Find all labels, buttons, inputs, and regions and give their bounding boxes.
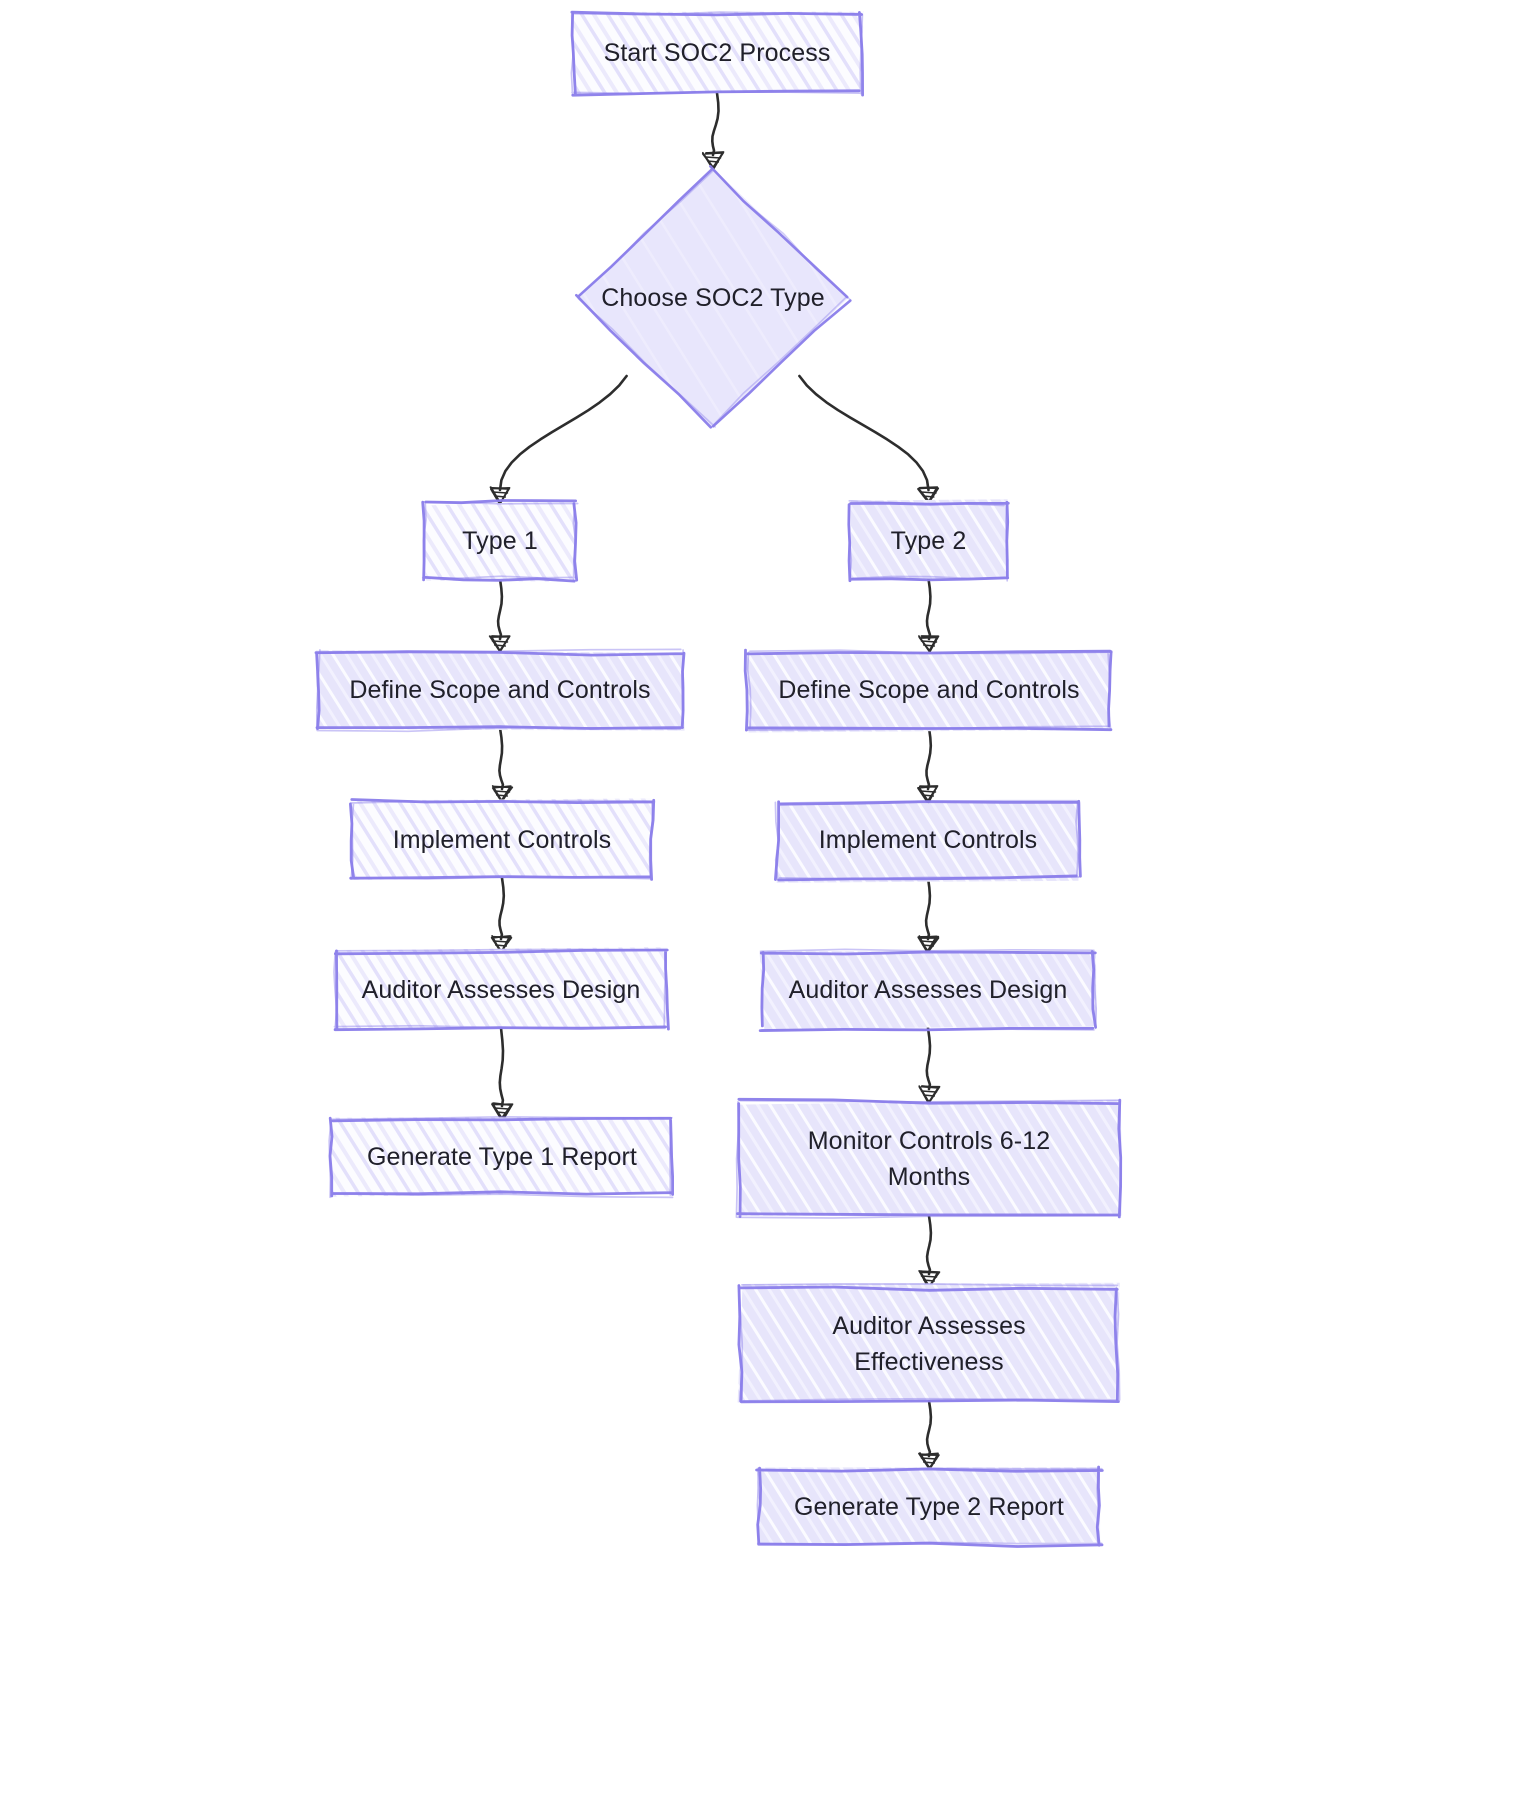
node-define-scope-and-controls-type2[interactable]: Define Scope and Controls [748, 652, 1110, 728]
edge-line [498, 876, 506, 941]
node-implement-controls-type1[interactable]: Implement Controls [352, 802, 652, 878]
node-monitor-controls-6-12-months[interactable]: Monitor Controls 6-12 Months [738, 1102, 1120, 1216]
node-label: Generate Type 2 Report [794, 1492, 1064, 1521]
node-start-soc2-process[interactable]: Start SOC2 Process [573, 13, 861, 93]
arrowhead-icon [918, 635, 940, 653]
edge-line [498, 726, 505, 791]
edge-line [498, 1026, 505, 1108]
node-label: Implement Controls [392, 825, 612, 854]
node-auditor-assesses-design-type1[interactable]: Auditor Assesses Design [336, 952, 666, 1028]
node-implement-controls-type2[interactable]: Implement Controls [778, 802, 1078, 878]
node-auditor-assesses-design-type2[interactable]: Auditor Assesses Design [762, 952, 1094, 1028]
node-label: Auditor Assesses Design [788, 975, 1068, 1004]
node-choose-soc2-type[interactable]: Choose SOC2 Type [578, 168, 848, 428]
node-define-scope-and-controls-type1[interactable]: Define Scope and Controls [318, 652, 682, 728]
node-label: Auditor Assesses Design [361, 975, 641, 1004]
node-label: Monitor Controls 6-12 Months [807, 1126, 1051, 1191]
node-auditor-assesses-effectiveness[interactable]: Auditor Assesses Effectiveness [740, 1287, 1118, 1401]
node-label: Choose SOC2 Type [601, 283, 825, 312]
node-type-1[interactable]: Type 1 [424, 503, 576, 579]
node-generate-type-2-report[interactable]: Generate Type 2 Report [758, 1469, 1100, 1545]
arrowhead-icon [918, 1452, 940, 1471]
node-label: Start SOC2 Process [603, 38, 831, 67]
edge-line [496, 577, 504, 641]
edge-line [925, 577, 932, 641]
node-label: Type 1 [462, 526, 538, 555]
edge-line [924, 876, 932, 941]
edge-line [925, 1026, 932, 1091]
edge-line [711, 91, 720, 157]
node-label: Type 2 [890, 526, 967, 555]
node-label: Generate Type 1 Report [367, 1142, 637, 1171]
edge-line [925, 1214, 933, 1276]
node-label: Auditor Assesses Effectiveness [832, 1311, 1026, 1376]
node-label: Define Scope and Controls [349, 675, 651, 704]
edge-line [925, 1399, 933, 1458]
node-label: Define Scope and Controls [778, 675, 1080, 704]
node-type-2[interactable]: Type 2 [851, 503, 1006, 579]
node-generate-type-1-report[interactable]: Generate Type 1 Report [332, 1119, 672, 1195]
edge-line [925, 726, 933, 791]
node-label: Implement Controls [818, 825, 1038, 854]
